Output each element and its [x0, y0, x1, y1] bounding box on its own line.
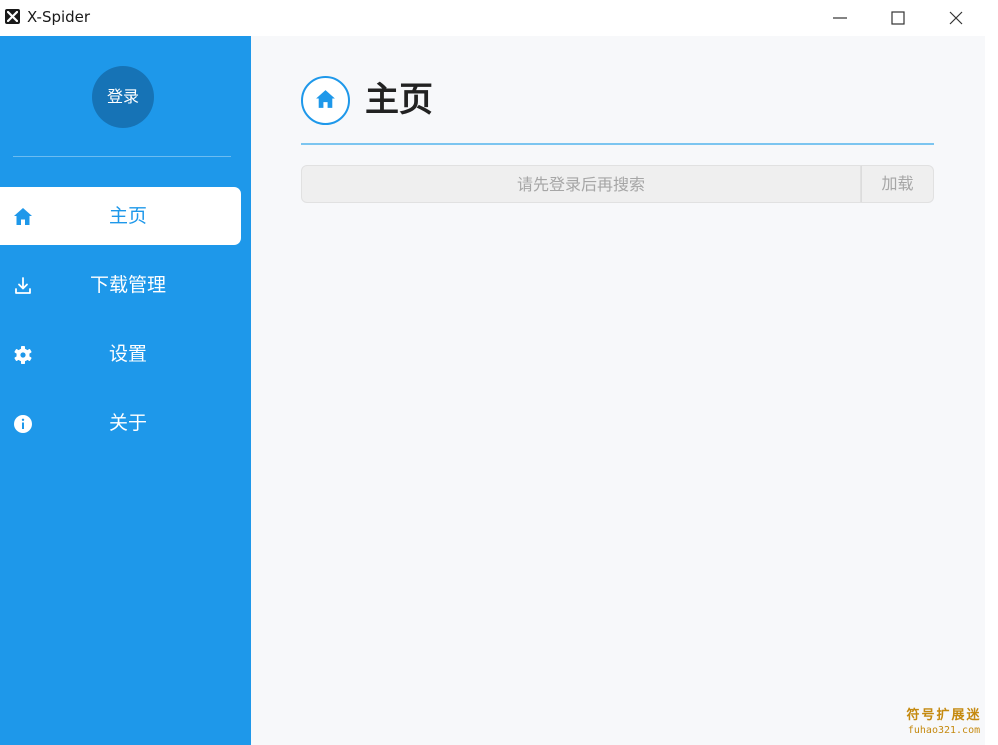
- page-title: 主页: [365, 80, 433, 120]
- watermark-url: fuhao321.com: [907, 725, 981, 736]
- window-edge: [985, 0, 998, 745]
- title-divider: [301, 143, 934, 145]
- app-title: X-Spider: [27, 8, 91, 26]
- login-avatar-button[interactable]: 登录: [92, 66, 154, 128]
- sidebar-item-about[interactable]: 关于: [0, 394, 241, 452]
- close-button[interactable]: [927, 0, 985, 36]
- sidebar-item-label: 主页: [108, 205, 147, 227]
- close-icon: [949, 11, 963, 25]
- minimize-button[interactable]: [811, 0, 869, 36]
- app-window: X-Spider 登录 主页 下载管理 设置 关于 主页 请先登录后再搜索 加载: [0, 0, 985, 745]
- load-button[interactable]: 加载: [861, 165, 934, 203]
- sidebar: 登录 主页 下载管理 设置 关于: [0, 36, 251, 745]
- app-logo-icon: [5, 9, 20, 24]
- page-home-icon: [301, 76, 350, 125]
- sidebar-item-home[interactable]: 主页: [0, 187, 241, 245]
- search-input[interactable]: 请先登录后再搜索: [301, 165, 861, 203]
- sidebar-item-label: 设置: [108, 343, 147, 365]
- sidebar-item-label: 关于: [108, 412, 147, 434]
- title-bar[interactable]: X-Spider: [0, 0, 985, 36]
- sidebar-item-label: 下载管理: [89, 274, 166, 296]
- maximize-button[interactable]: [869, 0, 927, 36]
- sidebar-divider: [13, 156, 231, 157]
- maximize-icon: [891, 11, 905, 25]
- sidebar-item-settings[interactable]: 设置: [0, 325, 241, 383]
- watermark: 符号扩展迷 fuhao321.com: [898, 707, 990, 737]
- sidebar-item-downloads[interactable]: 下载管理: [0, 256, 241, 314]
- minimize-icon: [833, 17, 847, 19]
- watermark-text: 符号扩展迷: [906, 708, 982, 723]
